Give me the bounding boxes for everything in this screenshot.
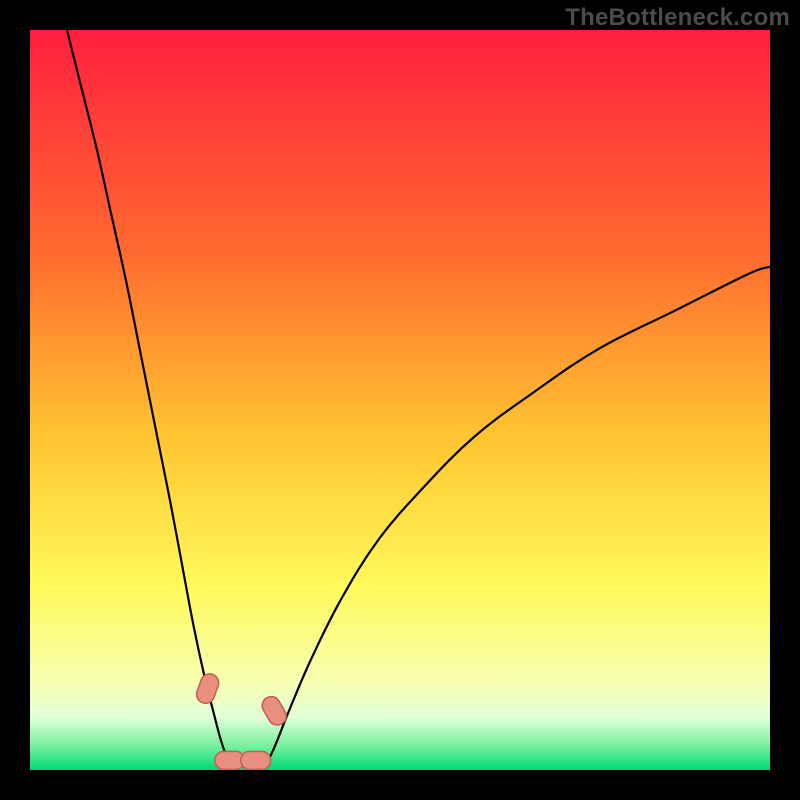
- plot-area: [30, 30, 770, 770]
- watermark-text: TheBottleneck.com: [565, 4, 790, 32]
- chart-svg: [30, 30, 770, 770]
- chart-frame: TheBottleneck.com: [0, 0, 800, 800]
- gradient-background: [30, 30, 770, 770]
- data-marker: [241, 751, 271, 769]
